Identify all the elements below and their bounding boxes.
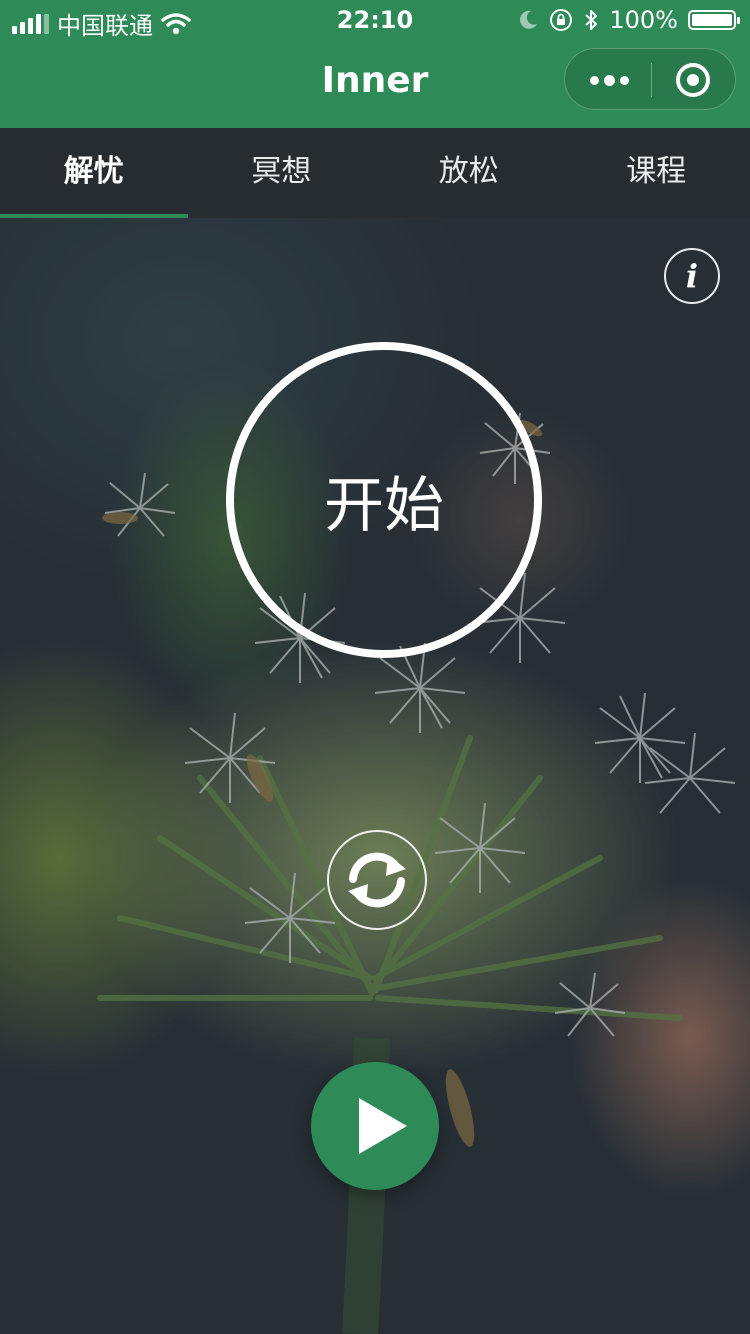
play-icon xyxy=(359,1098,407,1154)
status-bar: 中国联通 22:10 100% xyxy=(0,0,750,40)
battery-icon xyxy=(688,10,740,30)
battery-percent: 100% xyxy=(609,6,678,34)
start-button[interactable]: 开始 xyxy=(226,342,542,658)
moon-icon xyxy=(520,10,538,29)
play-button[interactable] xyxy=(311,1062,439,1190)
start-label: 开始 xyxy=(324,470,444,541)
bluetooth-icon xyxy=(585,10,598,30)
close-miniprogram-icon[interactable] xyxy=(676,63,710,97)
info-icon[interactable]: i xyxy=(664,248,720,304)
miniprogram-capsule xyxy=(564,48,736,110)
tab-mingxiang[interactable]: 冥想 xyxy=(188,128,376,218)
tab-bar: 解忧 冥想 放松 课程 xyxy=(0,128,750,218)
capsule-divider xyxy=(651,63,652,97)
orientation-lock-icon xyxy=(550,9,573,31)
tab-kecheng[interactable]: 课程 xyxy=(563,128,750,218)
tab-fangsong[interactable]: 放松 xyxy=(375,128,563,218)
refresh-icon xyxy=(327,830,427,930)
more-icon[interactable] xyxy=(587,67,631,93)
nav-bar: Inner xyxy=(0,40,750,128)
refresh-button[interactable] xyxy=(326,829,428,931)
tab-jieyou[interactable]: 解忧 xyxy=(0,128,188,218)
status-right: 100% xyxy=(517,6,740,34)
